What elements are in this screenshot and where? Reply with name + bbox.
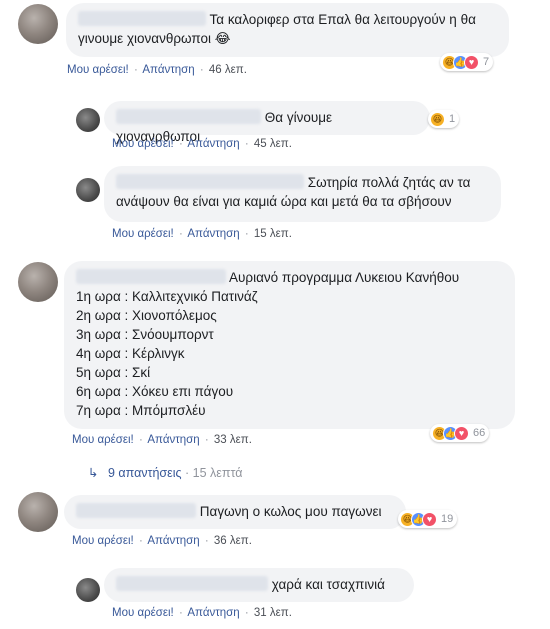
avatar[interactable] [18,262,58,302]
comment-text-line2: ανάψουν θα είναι για καμιά ώρα και μετά … [116,194,452,209]
reply-link[interactable]: Απάντηση [187,138,239,150]
comment-title: Αυριανό προγραμμα Λυκειου Κανήθου [229,270,460,285]
avatar[interactable] [18,4,58,44]
schedule-line: 6η ωρα : Χόκευ επι πάγου [76,384,234,399]
schedule-line: 5η ωρα : Σκί [76,365,151,380]
reaction-summary[interactable]: 😆 👍 ♥ 19 [398,510,458,528]
reaction-count: 1 [449,113,456,125]
like-link[interactable]: Μου αρέσει! [72,535,134,547]
reaction-summary[interactable]: 😆 1 [428,110,460,128]
reaction-summary[interactable]: 😆 👍 ♥ 66 [430,424,490,442]
redacted-author-name[interactable] [116,174,304,189]
love-reaction-icon: ♥ [464,54,479,70]
comment-text-line1: Σωτηρία πολλά ζητάς αν τα [307,175,471,190]
avatar[interactable] [18,492,58,532]
schedule-line: 1η ωρα : Καλλιτεχνικό Πατινάζ [76,289,258,304]
comment-actions: Μου αρέσει! · Απάντηση · 45 λεπ. [112,138,292,150]
reaction-count: 7 [483,56,490,68]
reply-link[interactable]: Απάντηση [147,434,199,446]
schedule-line: 4η ωρα : Κέρλινγκ [76,346,185,361]
comment-actions: Μου αρέσει! · Απάντηση · 36 λεπ. [72,535,252,547]
love-reaction-icon: ♥ [422,511,437,527]
schedule-line: 7η ωρα : Μπόμπσλέυ [76,403,206,418]
comment-time[interactable]: 45 λεπ. [254,138,292,150]
avatar[interactable] [76,178,100,202]
love-reaction-icon: ♥ [454,425,469,441]
comment-actions: Μου αρέσει! · Απάντηση · 15 λεπ. [112,228,292,240]
like-link[interactable]: Μου αρέσει! [112,138,174,150]
comment-time[interactable]: 36 λεπ. [214,535,252,547]
comment-actions: Μου αρέσει! · Απάντηση · 33 λεπ. [72,434,252,446]
view-replies-link[interactable]: ↳ 9 απαντήσεις · 15 λεπτά [88,465,242,480]
like-link[interactable]: Μου αρέσει! [67,64,129,76]
comment-bubble: Τα καλοριφερ στα Επαλ θα λειτουργούν η θ… [66,3,509,57]
avatar[interactable] [76,108,100,132]
comment-actions: Μου αρέσει! · Απάντηση · 46 λεπ. [67,64,247,76]
reply-link[interactable]: Απάντηση [147,535,199,547]
redacted-author-name[interactable] [76,503,196,518]
reply-link[interactable]: Απάντηση [187,228,239,240]
redacted-author-name[interactable] [78,11,206,26]
reply-arrow-icon: ↳ [88,466,99,480]
comment-actions: Μου αρέσει! · Απάντηση · 31 λεπ. [112,607,292,619]
comment-time[interactable]: 46 λεπ. [209,64,247,76]
comment-bubble: Θα γίνουμε χιονανρθωποι [104,101,430,144]
comment-bubble: Παγωνη ο κωλος μου παγωνει [64,495,406,529]
reaction-count: 66 [473,427,486,439]
comment-bubble: Αυριανό προγραμμα Λυκειου Κανήθου 1η ωρα… [64,261,515,429]
comment-time[interactable]: 15 λεπ. [254,228,292,240]
avatar[interactable] [76,578,100,602]
haha-reaction-icon: 😆 [430,111,445,127]
comment-bubble: χαρά και τσαχπινιά [104,568,414,602]
redacted-author-name[interactable] [116,576,268,591]
schedule-line: 3η ωρα : Σνόουμπορντ [76,327,214,342]
comment-text: χαρά και τσαχπινιά [271,577,385,592]
reaction-summary[interactable]: 😆 👍 ♥ 7 [440,53,494,71]
reply-link[interactable]: Απάντηση [142,64,194,76]
comment-time[interactable]: 31 λεπ. [254,607,292,619]
like-link[interactable]: Μου αρέσει! [72,434,134,446]
like-link[interactable]: Μου αρέσει! [112,228,174,240]
replies-count[interactable]: 9 απαντήσεις [108,466,182,480]
redacted-author-name[interactable] [76,269,226,284]
schedule-line: 2η ωρα : Χιονοπόλεμος [76,308,217,323]
comment-text: Παγωνη ο κωλος μου παγωνει [199,504,382,519]
reply-link[interactable]: Απάντηση [187,607,239,619]
reaction-count: 19 [441,513,454,525]
comment-bubble: Σωτηρία πολλά ζητάς αν τα ανάψουν θα είν… [104,166,501,222]
replies-time: 15 λεπτά [192,466,243,480]
redacted-author-name[interactable] [116,109,261,124]
comment-time[interactable]: 33 λεπ. [214,434,252,446]
like-link[interactable]: Μου αρέσει! [112,607,174,619]
